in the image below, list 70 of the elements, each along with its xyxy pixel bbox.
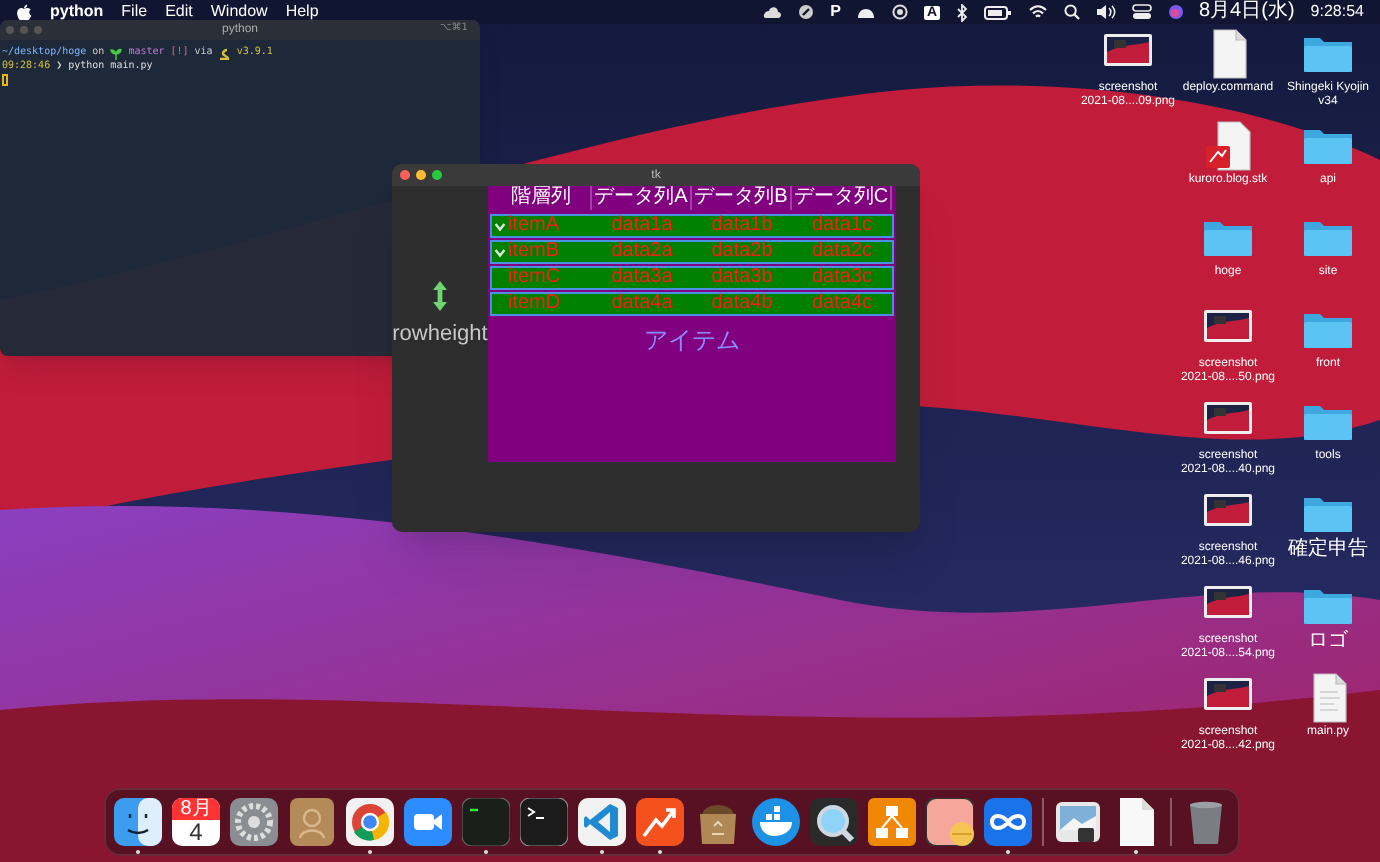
tree-cell-text: data4b <box>709 294 775 314</box>
tree-cell-text: data2a <box>609 242 675 262</box>
chevron-down-icon[interactable] <box>494 221 506 231</box>
wifi-icon[interactable] <box>1027 4 1047 20</box>
status-glyph[interactable]: P <box>830 4 841 20</box>
file-name-label[interactable]: ロゴ <box>1308 634 1348 648</box>
calendar-month-text: 8月 <box>172 798 220 820</box>
video-camera-icon[interactable] <box>404 798 452 846</box>
document-with-badge-icon[interactable] <box>1202 120 1254 172</box>
battery-icon[interactable] <box>983 5 1011 19</box>
column-header[interactable]: データ列A <box>592 186 692 210</box>
tree-cell: itemA <box>508 216 560 236</box>
apple-logo-icon[interactable] <box>16 3 32 21</box>
siri-icon[interactable] <box>1167 4 1183 20</box>
minimize-button[interactable] <box>416 170 426 180</box>
whale-icon[interactable] <box>752 798 800 846</box>
pill-icon[interactable] <box>926 798 974 846</box>
tree-cell: itemB <box>508 242 560 262</box>
control-center-icon[interactable] <box>1131 4 1151 20</box>
menu-item[interactable]: Help <box>285 4 319 20</box>
column-header[interactable]: データ列C <box>792 186 892 210</box>
terminal-icon[interactable] <box>520 798 568 846</box>
tree-cell-text: data1c <box>809 216 875 236</box>
caption-text: アイテム <box>644 324 740 358</box>
tree-cell-text: data2b <box>709 242 775 262</box>
ribbon-icon[interactable] <box>578 798 626 846</box>
infinity-icon[interactable] <box>984 798 1032 846</box>
up-down-arrows-icon[interactable] <box>432 279 448 312</box>
text-cursor <box>2 74 8 86</box>
tree-cell-text: data3c <box>809 268 875 288</box>
scale-label: rowheight <box>392 319 488 350</box>
tree-cell-text: data3b <box>709 268 775 288</box>
clock-text[interactable]: 9:28:54 <box>1310 4 1364 20</box>
tree-cell-text: data2c <box>809 242 875 262</box>
tree-cell: itemD <box>508 294 561 314</box>
bluetooth-icon[interactable] <box>955 3 967 21</box>
cloud-icon[interactable] <box>762 4 783 20</box>
snake-icon <box>218 47 231 59</box>
menu-item[interactable]: Edit <box>165 4 193 20</box>
contacts-book-icon[interactable] <box>288 798 336 846</box>
tree-cell-text: data4c <box>809 294 875 314</box>
calendar-app-icon[interactable]: 8月 4 <box>172 798 220 846</box>
tree-cell-text: data1b <box>709 216 775 236</box>
flowchart-icon[interactable] <box>868 798 916 846</box>
smiley-face-icon[interactable] <box>114 798 162 846</box>
sprout-icon <box>110 47 123 59</box>
close-button[interactable] <box>400 170 410 180</box>
zoom-button[interactable] <box>432 170 442 180</box>
menu-item[interactable]: Window <box>210 4 268 20</box>
tree-cell-text: data1a <box>609 216 675 236</box>
record-icon[interactable] <box>892 4 909 20</box>
calendar-day-text: 4 <box>189 820 203 846</box>
browser-ball-icon[interactable] <box>346 798 394 846</box>
column-header[interactable]: データ列B <box>692 186 792 210</box>
terminal-icon[interactable] <box>462 798 510 846</box>
tree-cell-text: data3a <box>609 268 675 288</box>
chevron-down-icon[interactable] <box>494 247 506 257</box>
circle-icon[interactable] <box>798 4 815 20</box>
file-name-label[interactable]: 確定申告 <box>1288 542 1368 556</box>
gear-icon[interactable] <box>230 798 278 846</box>
date-text[interactable]: 8月4日(水) <box>1199 2 1295 22</box>
tree-cell-text: data4a <box>609 294 675 314</box>
app-menu[interactable]: python <box>50 4 104 20</box>
column-header[interactable]: 階層列 <box>492 186 592 210</box>
dome-icon[interactable] <box>856 4 877 20</box>
menu-item[interactable]: File <box>121 4 148 20</box>
photo-viewer-icon[interactable] <box>1054 798 1102 846</box>
search-icon[interactable] <box>1063 4 1079 20</box>
tree-cell: itemC <box>508 268 561 288</box>
volume-icon[interactable] <box>1095 4 1115 20</box>
